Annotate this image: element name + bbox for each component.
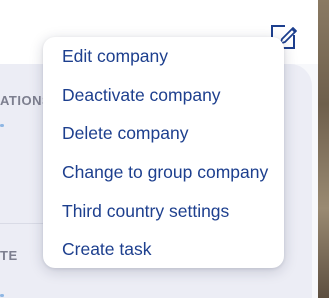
menu-item-edit-company[interactable]: Edit company [43,37,284,75]
section-accent-mark-2 [0,294,4,297]
menu-item-third-country-settings[interactable]: Third country settings [43,192,284,230]
background-photo-strip [318,0,329,298]
section-accent-mark [0,124,4,127]
company-actions-menu: Edit company Deactivate company Delete c… [43,37,284,268]
menu-item-delete-company[interactable]: Delete company [43,114,284,152]
menu-item-deactivate-company[interactable]: Deactivate company [43,76,284,114]
section-label-state: TE [0,248,18,263]
menu-item-create-task[interactable]: Create task [43,230,284,268]
menu-item-change-to-group-company[interactable]: Change to group company [43,153,284,191]
